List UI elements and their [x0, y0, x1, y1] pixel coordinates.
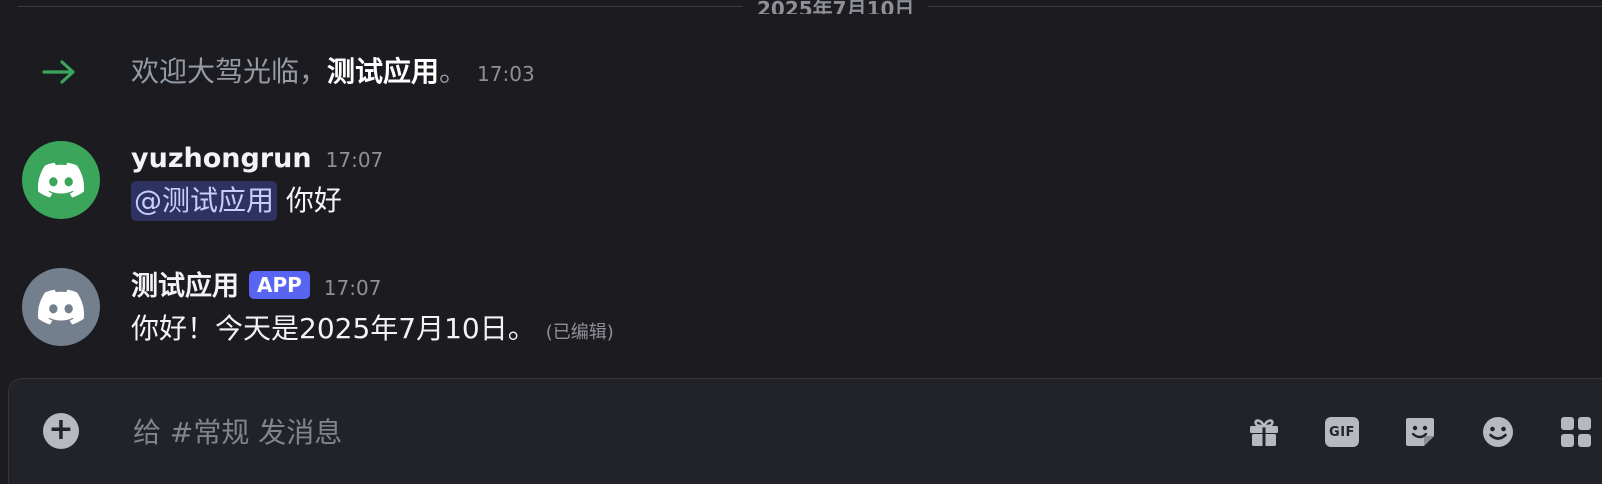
app-badge: APP — [249, 271, 310, 299]
message-timestamp[interactable]: 17:07 — [324, 276, 382, 300]
message-timestamp[interactable]: 17:07 — [326, 148, 384, 172]
avatar[interactable] — [22, 141, 100, 219]
system-join-message: 欢迎大驾光临，测试应用。 17:03 — [0, 52, 1602, 92]
date-divider-label: 2025年7月10日 — [743, 0, 929, 14]
author-name[interactable]: yuzhongrun — [131, 143, 312, 174]
message-text: 你好！今天是2025年7月10日。 — [131, 312, 536, 345]
sticker-icon — [1406, 418, 1434, 446]
welcome-timestamp[interactable]: 17:03 — [477, 62, 535, 86]
message-header: yuzhongrun 17:07 — [131, 142, 383, 179]
apps-icon — [1561, 417, 1591, 447]
welcome-text: 欢迎大驾光临，测试应用。 17:03 — [131, 55, 535, 91]
message-item: 测试应用 APP 17:07 你好！今天是2025年7月10日。 (已编辑) — [0, 268, 1602, 358]
add-attachment-button[interactable]: + — [43, 413, 79, 449]
message-item: yuzhongrun 17:07 @测试应用 你好 — [0, 140, 1602, 230]
message-content: @测试应用 你好 — [131, 181, 342, 221]
apps-button[interactable] — [1557, 413, 1595, 451]
gift-button[interactable] — [1245, 413, 1283, 451]
avatar[interactable] — [22, 268, 100, 346]
arrow-right-icon — [42, 60, 75, 84]
message-text: 你好 — [285, 184, 342, 217]
discord-logo-icon — [38, 289, 84, 325]
author-name[interactable]: 测试应用 — [131, 271, 239, 302]
welcome-member-name[interactable]: 测试应用 — [327, 55, 439, 88]
emoji-button[interactable] — [1479, 413, 1517, 451]
plus-icon: + — [48, 412, 74, 447]
edited-label: (已编辑) — [545, 322, 614, 343]
message-header: 测试应用 APP 17:07 — [131, 270, 381, 307]
welcome-prefix: 欢迎大驾光临， — [131, 55, 328, 88]
message-content: 你好！今天是2025年7月10日。 (已编辑) — [131, 309, 614, 353]
gift-icon — [1250, 419, 1278, 446]
message-input[interactable] — [131, 407, 1185, 457]
gif-icon: GIF — [1325, 417, 1359, 447]
welcome-suffix: 。 — [439, 55, 468, 88]
sticker-button[interactable] — [1401, 413, 1439, 451]
chat-view: 2025年7月10日 欢迎大驾光临，测试应用。 17:03 yuzhongrun 1… — [0, 0, 1602, 484]
emoji-icon — [1483, 417, 1513, 447]
date-divider: 2025年7月10日 — [18, 0, 1602, 14]
discord-logo-icon — [38, 162, 84, 198]
message-composer: + GIF — [8, 378, 1602, 484]
gif-button[interactable]: GIF — [1323, 413, 1361, 451]
user-mention[interactable]: @测试应用 — [131, 181, 278, 221]
